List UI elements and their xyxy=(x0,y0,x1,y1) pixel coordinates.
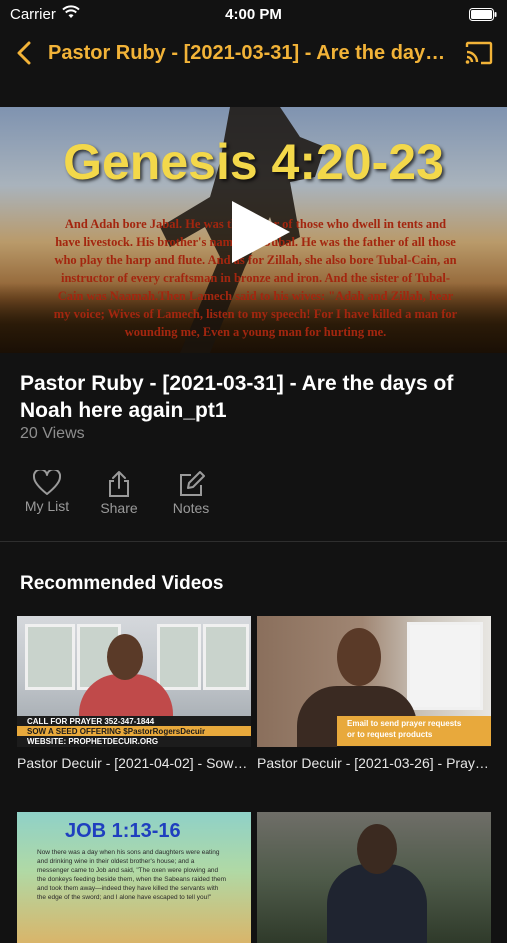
lower-third-line-divider xyxy=(337,746,491,747)
notes-button[interactable]: Notes xyxy=(164,470,218,516)
share-label: Share xyxy=(100,500,138,516)
thumbnail-window xyxy=(25,624,75,690)
recommended-video-card[interactable]: Email to send prayer requests or to requ… xyxy=(257,616,491,771)
video-card-title: Pastor Decuir - [2021-04-02] - Sow a see… xyxy=(17,755,251,771)
back-button[interactable] xyxy=(0,28,48,78)
wifi-icon xyxy=(62,5,80,23)
video-player[interactable]: Genesis 4:20-23 And Adah bore Jabal. He … xyxy=(0,107,507,353)
lower-third-line: CALL FOR PRAYER 352-347-1844 xyxy=(17,716,251,726)
nav-title: Pastor Ruby - [2021-03-31] - Are the day… xyxy=(48,41,451,64)
cast-button[interactable] xyxy=(451,28,507,78)
recommended-video-card[interactable]: CALL FOR PRAYER 352-347-1844 SOW A SEED … xyxy=(17,616,251,771)
video-card-title: Pastor Decuir - [2021-03-26] - Prayer re… xyxy=(257,755,491,771)
recommended-video-card[interactable]: JOB 1:13-16 Now there was a day when his… xyxy=(17,812,251,943)
lower-third-line: SOW A SEED OFFERING $PastorRogersDecuir xyxy=(17,726,251,736)
lower-third-line: or to request products xyxy=(347,730,433,739)
section-divider xyxy=(0,541,507,542)
share-icon xyxy=(109,471,129,497)
thumbnail-window xyxy=(203,624,249,690)
notes-icon xyxy=(180,471,205,496)
recommended-video-card[interactable] xyxy=(257,812,491,943)
lower-third-box: Email to send prayer requests or to requ… xyxy=(337,716,491,746)
status-left: Carrier xyxy=(0,5,80,23)
carrier-label: Carrier xyxy=(10,5,56,23)
lower-third-line: WEBSITE: PROPHETDECUIR.ORG xyxy=(17,736,251,747)
nav-bar: Pastor Ruby - [2021-03-31] - Are the day… xyxy=(0,28,507,78)
thumbnail-heading: Genesis 4:20-23 xyxy=(63,134,444,190)
play-icon[interactable] xyxy=(224,197,294,267)
thumbnail-verse: Now there was a day when his sons and da… xyxy=(37,849,226,901)
status-bar: Carrier 4:00 PM xyxy=(0,0,507,28)
video-title: Pastor Ruby - [2021-03-31] - Are the day… xyxy=(20,372,454,422)
thumbnail-person-head xyxy=(107,634,143,680)
video-thumbnail: JOB 1:13-16 Now there was a day when his… xyxy=(17,812,251,943)
heart-icon xyxy=(33,470,61,495)
my-list-button[interactable]: My List xyxy=(20,470,74,516)
recommended-title: Recommended Videos xyxy=(20,573,224,594)
thumbnail-window xyxy=(157,624,201,690)
battery-icon xyxy=(469,7,507,21)
thumbnail-person-head xyxy=(357,824,397,874)
video-thumbnail: Email to send prayer requests or to requ… xyxy=(257,616,491,747)
video-thumbnail xyxy=(257,812,491,943)
view-count: 20 Views xyxy=(20,425,85,442)
video-thumbnail: CALL FOR PRAYER 352-347-1844 SOW A SEED … xyxy=(17,616,251,747)
notes-label: Notes xyxy=(172,500,210,516)
chevron-left-icon xyxy=(17,41,31,65)
share-button[interactable]: Share xyxy=(92,470,146,516)
thumbnail-person-head xyxy=(337,628,381,686)
lower-third-line: Email to send prayer requests xyxy=(347,719,462,728)
action-row: My List Share Notes xyxy=(20,470,218,516)
thumbnail-window xyxy=(407,622,483,710)
my-list-label: My List xyxy=(24,498,70,514)
thumbnail-heading: JOB 1:13-16 xyxy=(65,820,181,842)
cast-icon xyxy=(465,41,493,65)
thumbnail-person xyxy=(327,864,427,943)
